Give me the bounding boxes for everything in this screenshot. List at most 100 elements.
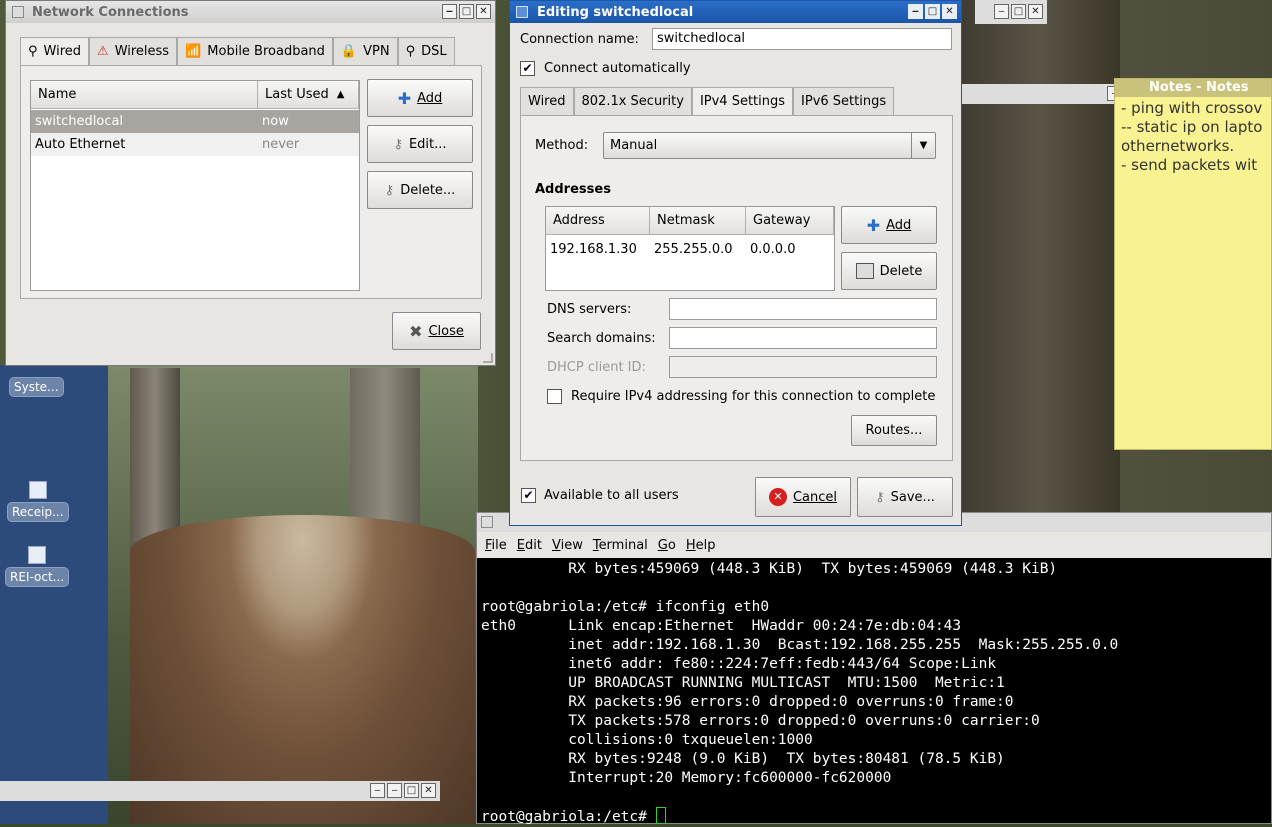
- connection-name-label: Connection name:: [520, 32, 639, 47]
- connection-name-value: switchedlocal: [657, 31, 746, 46]
- tab-label: Wired: [528, 94, 566, 109]
- note-line: - send packets wit: [1121, 156, 1258, 174]
- desktop-icon-label: Syste...: [10, 378, 63, 396]
- window-menu-icon[interactable]: [12, 6, 24, 18]
- routes-button[interactable]: Routes...: [851, 415, 937, 446]
- note-line: - ping with crossov: [1121, 99, 1263, 117]
- column-label: Last Used: [265, 87, 329, 102]
- connect-automatically-checkbox[interactable]: ✔: [520, 61, 535, 76]
- available-to-all-users-checkbox[interactable]: ✔: [521, 488, 536, 503]
- connections-list[interactable]: Name Last Used ▲ switchedlocal now Auto E…: [30, 80, 360, 291]
- terminal-line: RX bytes:459069 (448.3 KiB) TX bytes:459…: [481, 561, 1058, 577]
- desktop-icon-rei[interactable]: REI-oct...: [6, 546, 69, 586]
- menu-file[interactable]: File: [485, 538, 507, 553]
- tab-wired[interactable]: ⚲ Wired: [20, 37, 90, 65]
- menu-view[interactable]: View: [552, 538, 583, 553]
- background-window-titlebar[interactable]: ‒ ‒ □ ✕: [0, 781, 440, 801]
- note-line: -- static ip on lapto: [1121, 118, 1263, 136]
- terminal-line: collisions:0 txqueuelen:1000: [481, 732, 813, 748]
- addresses-table[interactable]: Address Netmask Gateway 192.168.1.30 255…: [545, 206, 835, 291]
- terminal-window[interactable]: File Edit View Terminal Go Help RX bytes…: [476, 512, 1272, 827]
- connection-name-field[interactable]: switchedlocal: [652, 28, 952, 50]
- button-label: Add: [417, 90, 443, 106]
- window-titlebar[interactable]: Network Connections ‒ □ ✕: [6, 1, 495, 23]
- minimize-icon[interactable]: ‒: [442, 4, 457, 19]
- cell-last-used: now: [262, 114, 289, 129]
- column-header-last-used[interactable]: Last Used ▲: [258, 81, 359, 109]
- maximize-icon[interactable]: □: [925, 4, 940, 19]
- background-window-titlebar[interactable]: ‒ □ ✕: [975, 0, 1047, 24]
- window-titlebar[interactable]: Editing switchedlocal ‒ □ ✕: [510, 1, 961, 23]
- maximize-icon[interactable]: □: [459, 4, 474, 19]
- terminal-cursor: [655, 807, 666, 824]
- require-ipv4-checkbox[interactable]: [547, 389, 562, 404]
- table-row[interactable]: Auto Ethernet never: [31, 133, 359, 156]
- column-header-name[interactable]: Name: [31, 81, 258, 109]
- search-domains-field[interactable]: [669, 327, 937, 349]
- terminal-line: inet6 addr: fe80::224:7eff:fedb:443/64 S…: [481, 656, 997, 672]
- menu-help[interactable]: Help: [686, 538, 716, 553]
- column-header-address[interactable]: Address: [546, 207, 650, 235]
- tab-ipv4-settings[interactable]: IPv4 Settings: [691, 87, 794, 115]
- terminal-prompt: root@gabriola:/etc#: [481, 809, 656, 825]
- tab-label: Wireless: [114, 44, 170, 59]
- cancel-button[interactable]: ✕ Cancel: [755, 477, 851, 517]
- tab-label: 802.1x Security: [581, 94, 684, 109]
- delete-button[interactable]: ⚷ Delete...: [367, 171, 473, 209]
- close-icon[interactable]: ✕: [476, 4, 491, 19]
- minimize-icon[interactable]: ‒: [994, 4, 1009, 19]
- method-select[interactable]: Manual ▼: [603, 132, 936, 159]
- wired-icon: ⚲: [28, 44, 38, 59]
- add-address-button[interactable]: ✚ Add: [841, 206, 937, 244]
- tab-8021x-security[interactable]: 802.1x Security: [573, 87, 692, 115]
- table-row[interactable]: switchedlocal now: [31, 110, 359, 133]
- tab-vpn[interactable]: 🔒 VPN: [332, 37, 398, 65]
- cell-address: 192.168.1.30: [550, 242, 637, 257]
- close-icon[interactable]: ✕: [942, 4, 957, 19]
- tab-dsl[interactable]: ⚲ DSL: [397, 37, 455, 65]
- close-icon[interactable]: ✕: [1028, 4, 1043, 19]
- dhcp-client-id-field: [669, 356, 937, 378]
- tab-label: DSL: [421, 44, 447, 59]
- menu-terminal[interactable]: Terminal: [593, 538, 648, 553]
- column-header-netmask[interactable]: Netmask: [650, 207, 746, 235]
- tab-wireless[interactable]: ⚠ Wireless: [89, 37, 178, 65]
- tab-ipv6-settings[interactable]: IPv6 Settings: [793, 87, 895, 115]
- key-icon: ⚷: [393, 136, 403, 152]
- minimize-icon[interactable]: ‒: [370, 783, 385, 798]
- desktop-icon-system[interactable]: Syste...: [10, 378, 63, 396]
- notes-window[interactable]: Notes - Notes - ping with crossov -- sta…: [1114, 78, 1272, 450]
- maximize-icon[interactable]: □: [404, 783, 419, 798]
- tab-wired[interactable]: Wired: [520, 87, 574, 115]
- terminal-output[interactable]: RX bytes:459069 (448.3 KiB) TX bytes:459…: [477, 558, 1271, 827]
- dns-servers-field[interactable]: [669, 298, 937, 320]
- delete-address-button[interactable]: Delete: [841, 252, 937, 290]
- column-header-gateway[interactable]: Gateway: [746, 207, 834, 235]
- minimize-icon[interactable]: ‒: [387, 783, 402, 798]
- window-menu-icon[interactable]: [481, 516, 493, 528]
- minimize-icon[interactable]: ‒: [908, 4, 923, 19]
- table-row[interactable]: 192.168.1.30 255.255.0.0 0.0.0.0: [546, 238, 834, 261]
- maximize-icon[interactable]: □: [1011, 4, 1026, 19]
- close-button[interactable]: ✖ Close: [392, 312, 481, 350]
- key-icon: ⚷: [384, 182, 395, 198]
- terminal-line: UP BROADCAST RUNNING MULTICAST MTU:1500 …: [481, 675, 1005, 691]
- button-label: Close: [428, 323, 464, 339]
- column-label: Name: [38, 87, 77, 102]
- tab-mobile-broadband[interactable]: 📶 Mobile Broadband: [177, 37, 333, 65]
- network-connections-window[interactable]: Network Connections ‒ □ ✕ ⚲ Wired ⚠ Wirele…: [5, 0, 496, 366]
- edit-button[interactable]: ⚷ Edit...: [367, 125, 473, 163]
- column-label: Address: [553, 213, 605, 228]
- window-menu-icon[interactable]: [516, 6, 528, 18]
- close-icon[interactable]: ✕: [421, 783, 436, 798]
- add-button[interactable]: ✚ Add: [367, 79, 473, 117]
- desktop-icon-receipt[interactable]: Receip...: [8, 481, 68, 521]
- resize-grip-icon[interactable]: [483, 353, 493, 363]
- save-button[interactable]: ⚷ Save...: [857, 477, 953, 517]
- menu-go[interactable]: Go: [658, 538, 676, 553]
- document-icon: [28, 481, 47, 499]
- notes-body[interactable]: - ping with crossov -- static ip on lapt…: [1115, 97, 1271, 177]
- plus-icon: ✚: [866, 215, 881, 235]
- menu-edit[interactable]: Edit: [517, 538, 542, 553]
- edit-connection-window[interactable]: Editing switchedlocal ‒ □ ✕ Connection n…: [509, 0, 962, 526]
